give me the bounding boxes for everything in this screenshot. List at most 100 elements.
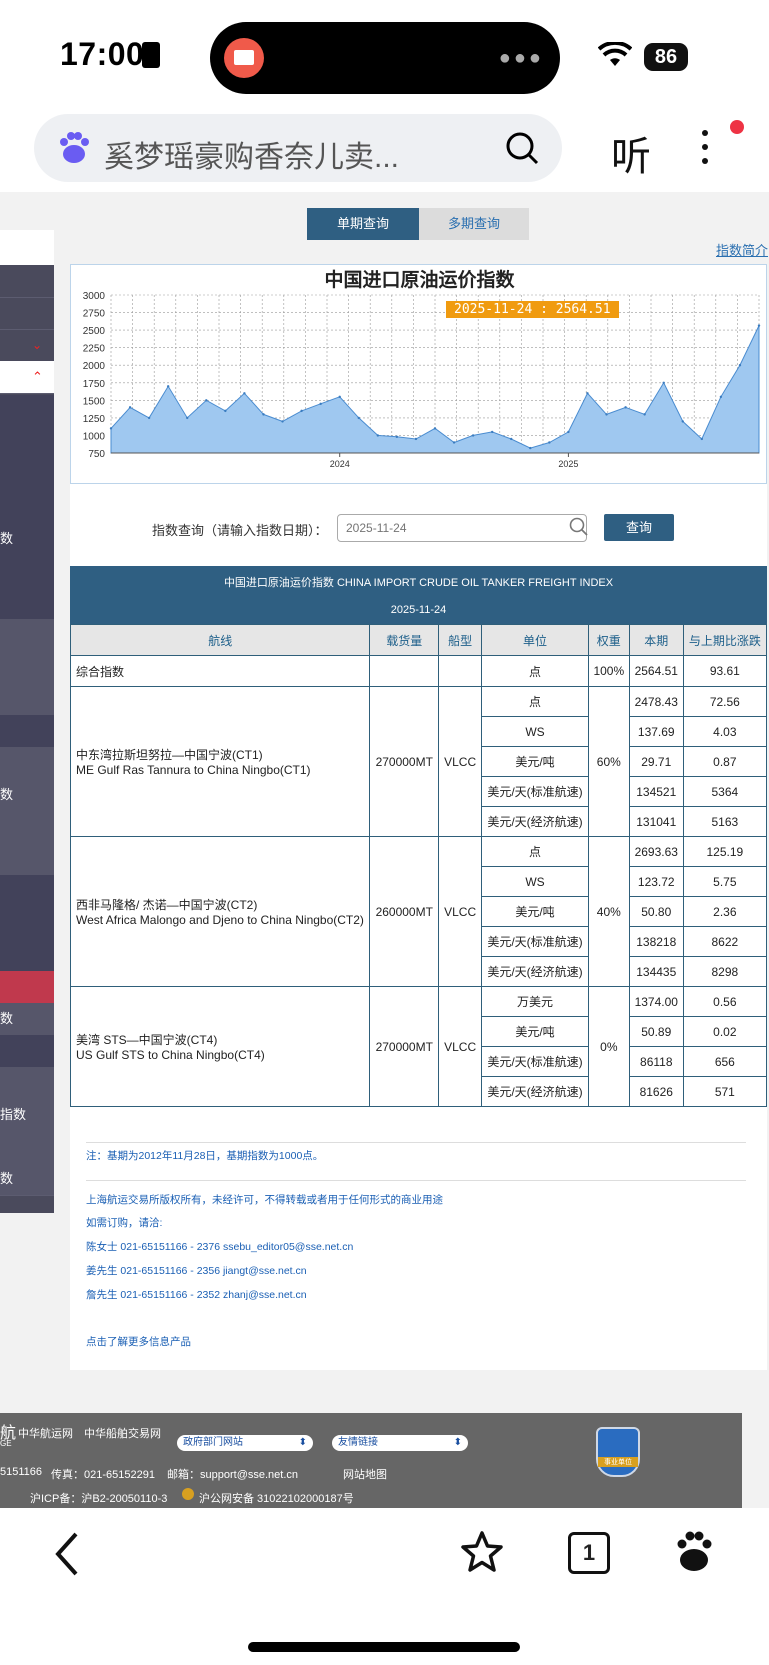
freight-index-chart[interactable]: 3000 2750 2500 2250 2000 1750 1500 1250 1000 750 2… [71, 287, 766, 483]
route-cn: 西非马隆格/ 杰诺—中国宁波(CT2) [76, 898, 258, 912]
contact-line: 詹先生 021-65151166 - 2352 zhanj@sse.net.cn [86, 1289, 307, 1301]
sidebar-subitem[interactable] [0, 1131, 54, 1164]
institution-badge[interactable]: 事业单位 [596, 1427, 640, 1477]
sidebar-subitem[interactable] [0, 555, 54, 588]
sidebar-subitem[interactable]: 指数 [0, 1099, 54, 1132]
more-info-link[interactable]: 点击了解更多信息产品 [86, 1334, 191, 1349]
sidebar-subitem[interactable] [0, 843, 54, 876]
sidebar-subitem[interactable] [0, 619, 54, 652]
friend-links-select[interactable]: 友情链接 ⬍ [332, 1435, 468, 1451]
search-icon[interactable] [569, 517, 589, 537]
date-query-input[interactable] [337, 514, 587, 542]
voice-listen-button[interactable]: 听 [611, 124, 651, 182]
tabs-count-button[interactable]: 1 [568, 1532, 610, 1574]
sidebar-subitem[interactable] [0, 395, 54, 428]
data-point [224, 409, 227, 413]
unit-cell: 万美元 [481, 986, 589, 1017]
sidebar-label: 数 [0, 787, 14, 802]
data-point [700, 437, 704, 441]
header-weight: 权重 [587, 624, 630, 656]
sidebar-subitem[interactable] [0, 651, 54, 684]
footer-icp[interactable]: 沪ICP备：沪B2-20050110-3 [30, 1490, 167, 1506]
query-button[interactable]: 查询 [604, 514, 674, 541]
sidebar-subitem[interactable] [0, 587, 54, 620]
baidu-paw-icon [60, 132, 89, 163]
data-point [243, 392, 246, 395]
sidebar-item[interactable]: ⌄ [0, 329, 54, 362]
tab-single-query[interactable]: 单期查询 [307, 208, 419, 240]
baidu-home-icon[interactable] [674, 1530, 714, 1574]
sidebar-subitem[interactable] [0, 491, 54, 524]
data-point [357, 416, 360, 420]
badge-label: 事业单位 [598, 1457, 638, 1467]
y-tick-label: 2750 [83, 309, 106, 320]
sidebar-subitem[interactable] [0, 1035, 54, 1068]
sidebar-subitem[interactable]: 数 [0, 779, 54, 812]
gov-sites-select[interactable]: 政府部门网站 ⬍ [177, 1435, 313, 1451]
sidebar-subitem[interactable] [0, 427, 54, 460]
sidebar-subitem[interactable] [0, 907, 54, 940]
sidebar-subitem[interactable] [0, 747, 54, 780]
sidebar-subitem[interactable] [0, 939, 54, 972]
tab-multi-query[interactable]: 多期查询 [419, 208, 529, 240]
route-cell: 美湾 STS—中国宁波(CT4) US Gulf STS to China Nin… [69, 986, 371, 1107]
data-point [510, 437, 513, 441]
current-cell: 137.69 [628, 716, 684, 747]
search-query[interactable]: 奚梦瑶豪购香奈儿卖... [104, 132, 399, 176]
more-menu-icon[interactable] [700, 130, 710, 170]
data-point [605, 413, 608, 416]
footer-police[interactable]: 沪公网安备 31022102000187号 [199, 1490, 354, 1506]
copyright-note: 上海航运交易所版权所有，未经许可，不得转载或者用于任何形式的商业用途 [86, 1194, 443, 1206]
sidebar-subitem[interactable]: 数 [0, 1003, 54, 1036]
footer-link[interactable]: 中华航运网 [18, 1425, 73, 1441]
sidebar-subitem[interactable] [0, 1067, 54, 1100]
data-point [757, 324, 761, 327]
footer-link[interactable]: 中华船舶交易网 [84, 1425, 161, 1441]
change-cell: 5364 [682, 776, 768, 807]
search-bar[interactable]: 奚梦瑶豪购香奈儿卖... [34, 114, 562, 182]
sidebar-subitem[interactable]: 数 [0, 1163, 54, 1196]
change-cell: 72.56 [682, 686, 768, 717]
sidebar-subitem-active[interactable] [0, 971, 54, 1004]
weight-cell: 60% [587, 686, 630, 837]
battery-indicator: 86 [644, 43, 688, 71]
subscribe-note: 如需订购，请洽: [86, 1217, 163, 1229]
weight-cell: 100% [587, 655, 630, 687]
data-point [719, 395, 723, 399]
data-point [338, 395, 341, 399]
header-change: 与上期比涨跌 [682, 624, 768, 656]
x-tick-label: 2025 [558, 459, 578, 469]
unit-cell: 点 [481, 686, 589, 717]
bookmark-star-icon[interactable] [460, 1530, 504, 1574]
dynamic-island[interactable]: ●●● [210, 22, 560, 94]
sidebar-subitem[interactable] [0, 459, 54, 492]
composite-name: 综合指数 [69, 655, 371, 687]
sidebar-label: 指数 [0, 1107, 27, 1122]
sidebar-item[interactable] [0, 265, 54, 298]
sidebar-item[interactable] [0, 297, 54, 330]
y-tick-label: 1750 [83, 379, 106, 390]
chevron-down-icon: ⌄ [32, 338, 43, 352]
data-point [281, 420, 284, 423]
index-intro-link[interactable]: 指数简介 [716, 240, 768, 259]
web-page: ⌄ ⌃ 数 数 数 指数 数 单期查询 多期查询 指数简介 中国进口原油运价指数 [0, 192, 769, 1508]
header-unit: 单位 [481, 624, 589, 656]
sitemap-link[interactable]: 网站地图 [343, 1466, 387, 1482]
sidebar-item-expanded[interactable]: ⌃ [0, 361, 54, 394]
data-point [681, 420, 684, 423]
table-row: 综合指数 点 100% 2564.51 93.61 [69, 655, 768, 687]
sidebar-subitem[interactable] [0, 811, 54, 844]
query-label: 指数查询（请输入指数日期）： [152, 523, 328, 538]
sidebar-header [0, 230, 54, 265]
x-tick-label: 2024 [330, 459, 350, 469]
sidebar-subitem[interactable] [0, 875, 54, 908]
search-icon[interactable] [504, 130, 540, 166]
back-icon[interactable] [52, 1530, 82, 1578]
sidebar-subitem[interactable]: 数 [0, 523, 54, 556]
y-tick-label: 1500 [83, 396, 106, 407]
sidebar-subitem[interactable] [0, 715, 54, 748]
mail-app-icon[interactable] [224, 38, 264, 78]
current-cell: 134435 [628, 956, 684, 987]
data-point [395, 435, 399, 439]
sidebar-subitem[interactable] [0, 683, 54, 716]
